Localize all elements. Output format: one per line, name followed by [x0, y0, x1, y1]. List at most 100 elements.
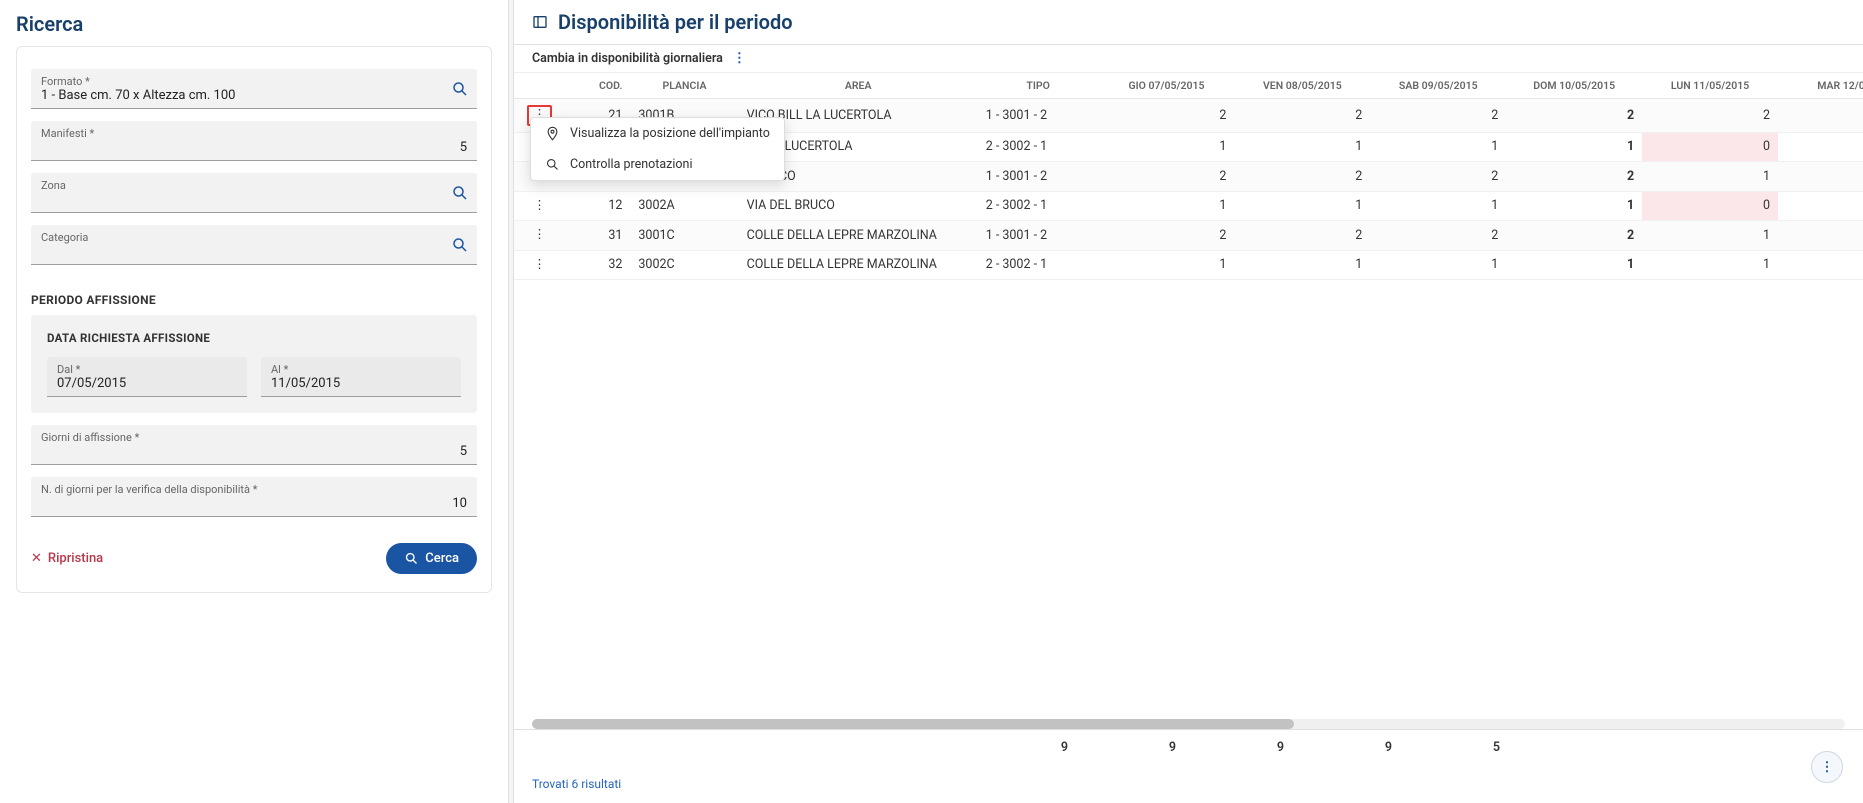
dal-field[interactable]: Dal * 07/05/2015	[47, 357, 247, 397]
cell-day-value: 1	[1642, 250, 1778, 280]
menu-view-position[interactable]: Visualizza la posizione dell'impianto	[531, 118, 784, 149]
cell-tipo: 2 - 3002 - 1	[978, 132, 1099, 162]
fab-more-button[interactable]: ⋮	[1811, 751, 1843, 783]
cell-day-value: 2	[1099, 99, 1235, 133]
table-row[interactable]: ⋮ 323002CCOLLE DELLA LEPRE MARZOLINA2 - 3…	[514, 250, 1863, 280]
zona-value	[41, 192, 467, 208]
cell-cod: 32	[565, 250, 630, 280]
col-plancia: PLANCIA	[630, 73, 738, 99]
search-title: Ricerca	[16, 12, 492, 36]
periodo-card: DATA RICHIESTA AFFISSIONE Dal * 07/05/20…	[31, 315, 477, 413]
cell-day-value: 1	[1642, 162, 1778, 192]
menu-check-bookings-label: Controlla prenotazioni	[570, 157, 692, 172]
cell-day-value: 1	[1370, 132, 1506, 162]
reset-label: Ripristina	[48, 551, 103, 566]
row-context-menu: Visualizza la posizione dell'impianto Co…	[530, 117, 785, 181]
results-count: Trovati 6 risultati	[514, 765, 1863, 803]
col-cod: COD.	[565, 73, 630, 99]
totals-spacer	[514, 730, 968, 765]
cell-day-value: 2	[1506, 162, 1642, 192]
cell-plancia: 3002C	[630, 250, 738, 280]
cell-day-value: 2	[1370, 162, 1506, 192]
dal-label: Dal *	[57, 363, 237, 376]
search-icon	[404, 551, 419, 566]
search-icon	[545, 157, 560, 172]
results-title: Disponibilità per il periodo	[558, 10, 793, 34]
close-icon: ✕	[31, 551, 42, 566]
scrollbar-thumb[interactable]	[532, 719, 1294, 729]
totals-row: 99995	[514, 729, 1863, 765]
menu-check-bookings[interactable]: Controlla prenotazioni	[531, 149, 784, 180]
categoria-label: Categoria	[41, 231, 467, 244]
formato-field[interactable]: Formato * 1 - Base cm. 70 x Altezza cm. …	[31, 69, 477, 109]
zona-field[interactable]: Zona	[31, 173, 477, 213]
total-value: 9	[1076, 730, 1184, 765]
search-card: Formato * 1 - Base cm. 70 x Altezza cm. …	[16, 46, 492, 593]
cell-day-value: 2	[1506, 221, 1642, 251]
n-giorni-verifica-field[interactable]: N. di giorni per la verifica della dispo…	[31, 477, 477, 517]
cell-day-value	[1778, 99, 1863, 133]
manifesti-value: 5	[41, 140, 467, 156]
manifesti-field[interactable]: Manifesti * 5	[31, 121, 477, 161]
cell-day-value: 1	[1370, 191, 1506, 221]
reset-button[interactable]: ✕ Ripristina	[31, 551, 103, 566]
cell-day-value: 1	[1234, 250, 1370, 280]
col-day: GIO 07/05/2015	[1099, 73, 1235, 99]
cell-tipo: 2 - 3002 - 1	[978, 250, 1099, 280]
search-icon[interactable]	[451, 80, 469, 98]
cell-day-value: 2	[1234, 99, 1370, 133]
cell-day-value: 1	[1506, 132, 1642, 162]
results-table-wrap[interactable]: COD.PLANCIAAREATIPOGIO 07/05/2015VEN 08/…	[514, 72, 1863, 719]
categoria-value	[41, 244, 467, 260]
cell-area: VIA DEL BRUCO	[739, 191, 978, 221]
cell-day-value	[1778, 162, 1863, 192]
cell-tipo: 2 - 3002 - 1	[978, 191, 1099, 221]
cell-day-value	[1778, 191, 1863, 221]
cell-day-value: 2	[1370, 99, 1506, 133]
cell-day-value: 2	[1642, 99, 1778, 133]
cell-day-value: 0	[1642, 191, 1778, 221]
giorni-affissione-field[interactable]: Giorni di affissione * 5	[31, 425, 477, 465]
search-icon[interactable]	[451, 184, 469, 202]
cell-day-value	[1778, 221, 1863, 251]
col-day: MAR 12/05/	[1778, 73, 1863, 99]
total-value: 9	[968, 730, 1076, 765]
horizontal-scrollbar[interactable]	[532, 719, 1845, 729]
cell-day-value	[1778, 132, 1863, 162]
col-day: SAB 09/05/2015	[1370, 73, 1506, 99]
categoria-field[interactable]: Categoria	[31, 225, 477, 265]
row-menu-icon[interactable]: ⋮	[529, 227, 550, 244]
toggle-daily-button[interactable]: Cambia in disponibilità giornaliera	[532, 51, 723, 66]
formato-value: 1 - Base cm. 70 x Altezza cm. 100	[41, 88, 467, 104]
cell-cod: 12	[565, 191, 630, 221]
total-value: 9	[1292, 730, 1400, 765]
cell-area: COLLE DELLA LEPRE MARZOLINA	[739, 250, 978, 280]
more-icon[interactable]: ⋮	[733, 51, 746, 66]
cell-day-value: 1	[1099, 250, 1235, 280]
al-field[interactable]: Al * 11/05/2015	[261, 357, 461, 397]
cell-plancia: 3001C	[630, 221, 738, 251]
search-icon[interactable]	[451, 236, 469, 254]
cell-day-value: 2	[1370, 221, 1506, 251]
cell-area: COLLE DELLA LEPRE MARZOLINA	[739, 221, 978, 251]
cell-tipo: 1 - 3001 - 2	[978, 162, 1099, 192]
row-menu-icon[interactable]: ⋮	[529, 257, 550, 274]
cell-tipo: 1 - 3001 - 2	[978, 99, 1099, 133]
search-button[interactable]: Cerca	[386, 543, 477, 574]
giorni-affissione-label: Giorni di affissione *	[41, 431, 467, 444]
cell-tipo: 1 - 3001 - 2	[978, 221, 1099, 251]
manifesti-label: Manifesti *	[41, 127, 467, 140]
more-icon: ⋮	[1821, 760, 1834, 775]
col-area: AREA	[739, 73, 978, 99]
formato-label: Formato *	[41, 75, 467, 88]
periodo-affissione-title: PERIODO AFFISSIONE	[31, 293, 477, 307]
total-value: 5	[1400, 730, 1508, 765]
table-row[interactable]: ⋮123002AVIA DEL BRUCO2 - 3002 - 111110	[514, 191, 1863, 221]
cell-day-value: 1	[1506, 250, 1642, 280]
giorni-affissione-value: 5	[41, 444, 467, 460]
cell-day-value: 2	[1099, 221, 1235, 251]
cell-day-value: 0	[1642, 132, 1778, 162]
n-giorni-verifica-label: N. di giorni per la verifica della dispo…	[41, 483, 467, 496]
table-row[interactable]: ⋮313001CCOLLE DELLA LEPRE MARZOLINA1 - 3…	[514, 221, 1863, 251]
row-menu-icon[interactable]: ⋮	[529, 198, 550, 215]
